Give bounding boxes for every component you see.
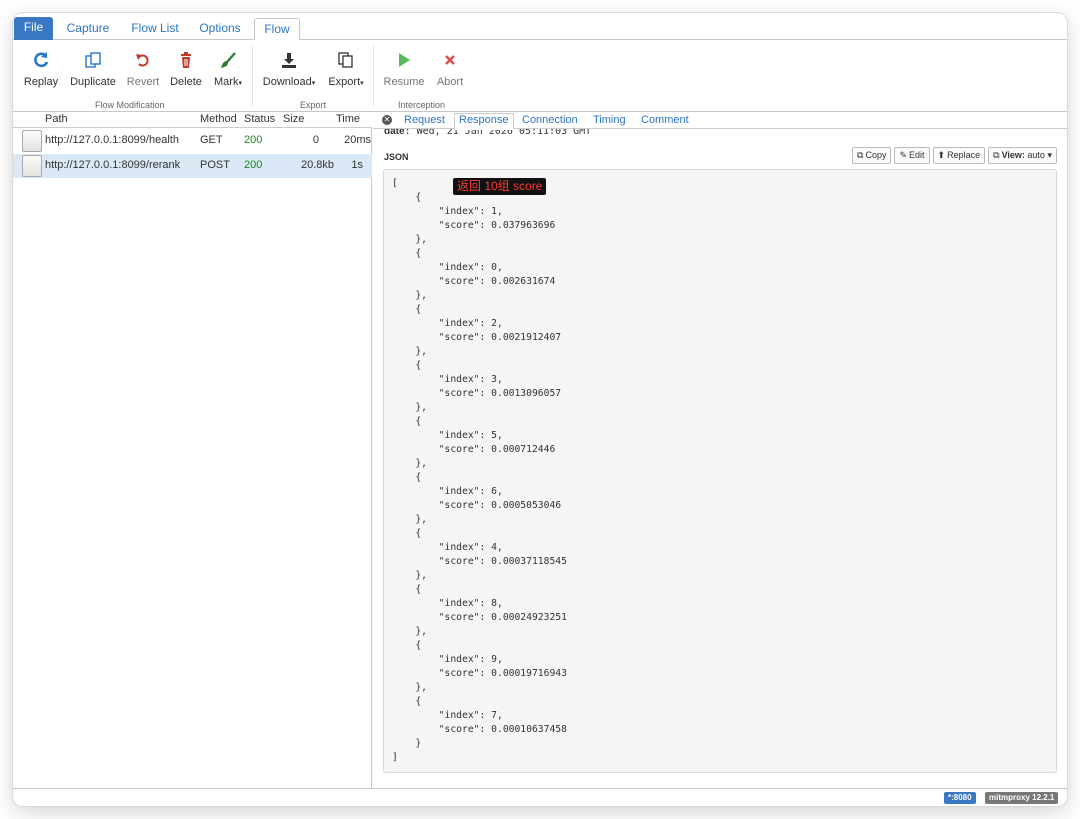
export-text: Export <box>328 76 361 88</box>
tab-capture[interactable]: Capture <box>65 18 111 40</box>
paintbrush-icon <box>221 52 236 68</box>
flow-table-header: Path Method Status Size Time <box>13 112 372 128</box>
row-path: http://127.0.0.1:8099/health <box>45 134 179 146</box>
replay-icon <box>34 52 49 68</box>
tab-response[interactable]: Response <box>454 113 514 130</box>
menu-bar: File Capture Flow List Options Flow <box>13 13 1067 41</box>
view-mode-select[interactable]: ⧉ View: auto ▾ <box>988 147 1057 164</box>
abort-button[interactable]: Abort <box>434 50 466 88</box>
version-badge: mitmproxy 12.2.1 <box>985 792 1059 804</box>
download-button[interactable]: Download▾ <box>262 50 316 88</box>
col-path[interactable]: Path <box>45 113 68 125</box>
json-content: [ { "index": 1, "score": 0.037963696 }, … <box>392 178 567 763</box>
download-icon <box>282 53 296 68</box>
col-size[interactable]: Size <box>283 113 304 125</box>
separator <box>252 46 253 106</box>
row-time: 20ms <box>344 134 371 146</box>
tab-flow[interactable]: Flow <box>254 18 300 41</box>
tab-timing[interactable]: Timing <box>593 114 626 126</box>
tab-flow-list[interactable]: Flow List <box>127 18 183 40</box>
view-value: auto <box>1027 150 1045 160</box>
abort-label: Abort <box>436 76 464 88</box>
listen-port-badge: *:8080 <box>944 792 976 804</box>
play-icon <box>399 53 410 67</box>
duplicate-icon <box>85 52 101 68</box>
delete-label: Delete <box>170 76 202 88</box>
delete-button[interactable]: Delete <box>169 50 203 88</box>
edit-icon: ✎ <box>899 150 908 160</box>
row-size: 20.8kb <box>300 159 334 171</box>
tab-options[interactable]: Options <box>197 18 243 40</box>
revert-button[interactable]: Revert <box>126 50 160 88</box>
close-detail-icon[interactable]: ✕ <box>382 115 392 125</box>
copy-button[interactable]: ⧉ Copy <box>852 147 892 164</box>
flow-list: Path Method Status Size Time http://127.… <box>13 112 372 788</box>
file-icon <box>22 130 42 152</box>
app-window: File Capture Flow List Options Flow Repl… <box>13 13 1067 806</box>
revert-label: Revert <box>126 76 160 88</box>
duplicate-label: Duplicate <box>70 76 116 88</box>
col-time[interactable]: Time <box>336 113 360 125</box>
duplicate-button[interactable]: Duplicate <box>68 50 118 88</box>
upload-icon: ⬆ <box>937 150 946 160</box>
status-bar: *:8080 mitmproxy 12.2.1 <box>13 788 1067 806</box>
tab-request[interactable]: Request <box>404 114 445 126</box>
edit-label: Edit <box>909 150 925 160</box>
view-buttons: ⧉ Copy ✎ Edit ⬆ Replace ⧉ View: auto ▾ <box>849 147 1057 164</box>
flow-detail: ✕ Request Response Connection Timing Com… <box>373 112 1067 788</box>
tab-file[interactable]: File <box>14 17 53 40</box>
table-row[interactable]: http://127.0.0.1:8099/rerank POST 200 20… <box>13 154 372 178</box>
file-icon <box>22 155 42 177</box>
row-status: 200 <box>244 159 263 171</box>
edit-button[interactable]: ✎ Edit <box>894 147 930 164</box>
row-status: 200 <box>244 134 263 146</box>
row-path: http://127.0.0.1:8099/rerank <box>45 159 181 171</box>
response-body[interactable]: [ { "index": 1, "score": 0.037963696 }, … <box>383 169 1057 773</box>
table-row[interactable]: http://127.0.0.1:8099/health GET 200 0 2… <box>13 129 372 153</box>
chevron-down-icon: ▾ <box>1047 150 1052 160</box>
annotation-label: 返回 10组 score <box>453 178 547 195</box>
view-label: View: <box>1001 150 1025 160</box>
replay-button[interactable]: Replay <box>23 50 59 88</box>
download-caret: ▾ <box>311 80 316 87</box>
view-icon: ⧉ <box>993 150 1000 160</box>
view-title: JSON <box>384 152 409 162</box>
group-label-export: Export <box>300 100 327 110</box>
tab-comment[interactable]: Comment <box>641 114 689 126</box>
tab-connection[interactable]: Connection <box>522 114 578 126</box>
copy-label: Copy <box>865 150 887 160</box>
col-method[interactable]: Method <box>200 113 237 125</box>
col-status[interactable]: Status <box>244 113 275 125</box>
detail-tabs: ✕ Request Response Connection Timing Com… <box>373 112 1067 130</box>
resume-button[interactable]: Resume <box>383 50 425 88</box>
trash-icon <box>181 52 191 68</box>
separator <box>373 46 374 106</box>
close-icon <box>445 55 455 65</box>
mark-label: Mark▾ <box>211 76 245 88</box>
mark-text: Mark <box>214 76 239 88</box>
export-button[interactable]: Export▾ <box>326 50 366 88</box>
toolbar: Replay Duplicate Revert Delete Mark▾ Dow… <box>13 40 1067 112</box>
mark-button[interactable]: Mark▾ <box>211 50 245 88</box>
download-label: Download▾ <box>262 76 316 88</box>
row-time: 1s <box>351 159 363 171</box>
revert-icon <box>136 54 149 67</box>
copy-icon <box>338 52 353 68</box>
mark-caret: ▾ <box>238 80 242 87</box>
replace-button[interactable]: ⬆ Replace <box>932 147 986 164</box>
replace-label: Replace <box>947 150 981 160</box>
row-method: POST <box>200 159 230 171</box>
export-caret: ▾ <box>360 80 364 87</box>
row-method: GET <box>200 134 223 146</box>
clipboard-icon: ⧉ <box>857 150 864 160</box>
group-label-modification: Flow Modification <box>95 100 165 110</box>
row-size: 0 <box>312 134 319 146</box>
header-key: date <box>384 128 405 136</box>
export-label: Export▾ <box>326 76 366 88</box>
group-label-interception: Interception <box>398 100 446 110</box>
download-text: Download <box>262 76 312 88</box>
replay-label: Replay <box>23 76 59 88</box>
resume-label: Resume <box>383 76 425 88</box>
